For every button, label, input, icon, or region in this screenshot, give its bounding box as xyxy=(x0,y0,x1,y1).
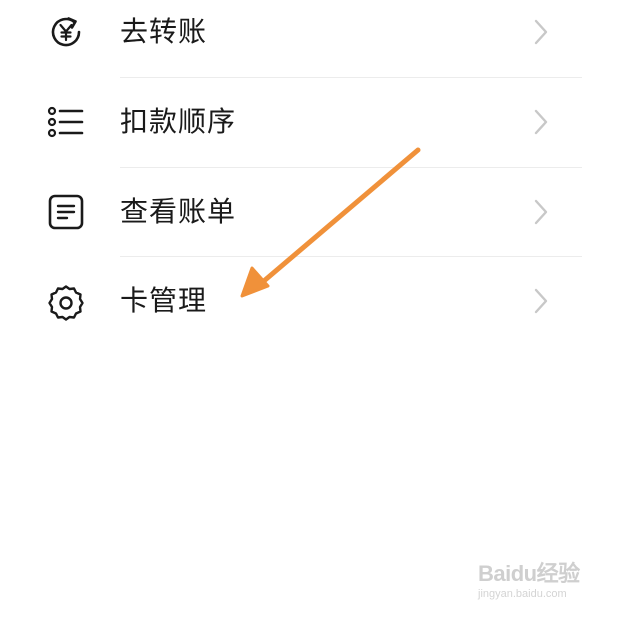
menu-item-transfer[interactable]: 去转账 xyxy=(0,0,620,77)
chevron-right-icon xyxy=(528,17,554,47)
watermark-brand: Baidu经验 xyxy=(478,561,580,586)
menu-item-label: 扣款顺序 xyxy=(120,105,237,138)
menu-item-label: 去转账 xyxy=(120,15,208,48)
document-icon xyxy=(46,192,86,232)
menu-item-payment-order[interactable]: 扣款顺序 xyxy=(0,77,620,167)
menu-item-label: 查看账单 xyxy=(120,195,237,228)
yuan-transfer-icon xyxy=(46,12,86,52)
menu-item-card-management[interactable]: 卡管理 xyxy=(0,256,620,346)
menu-item-label: 卡管理 xyxy=(120,284,208,317)
menu-item-view-bills[interactable]: 查看账单 xyxy=(0,167,620,257)
watermark: Baidu经验 jingyan.baidu.com xyxy=(478,556,598,606)
watermark-url: jingyan.baidu.com xyxy=(478,588,567,600)
chevron-right-icon xyxy=(528,197,554,227)
chevron-right-icon xyxy=(528,107,554,137)
list-icon xyxy=(46,102,86,142)
gear-icon xyxy=(46,283,86,323)
chevron-right-icon xyxy=(528,286,554,316)
page: 去转账 扣款顺序 查看账单 卡管理 Baidu经验 jingyan.baidu.… xyxy=(0,0,620,620)
